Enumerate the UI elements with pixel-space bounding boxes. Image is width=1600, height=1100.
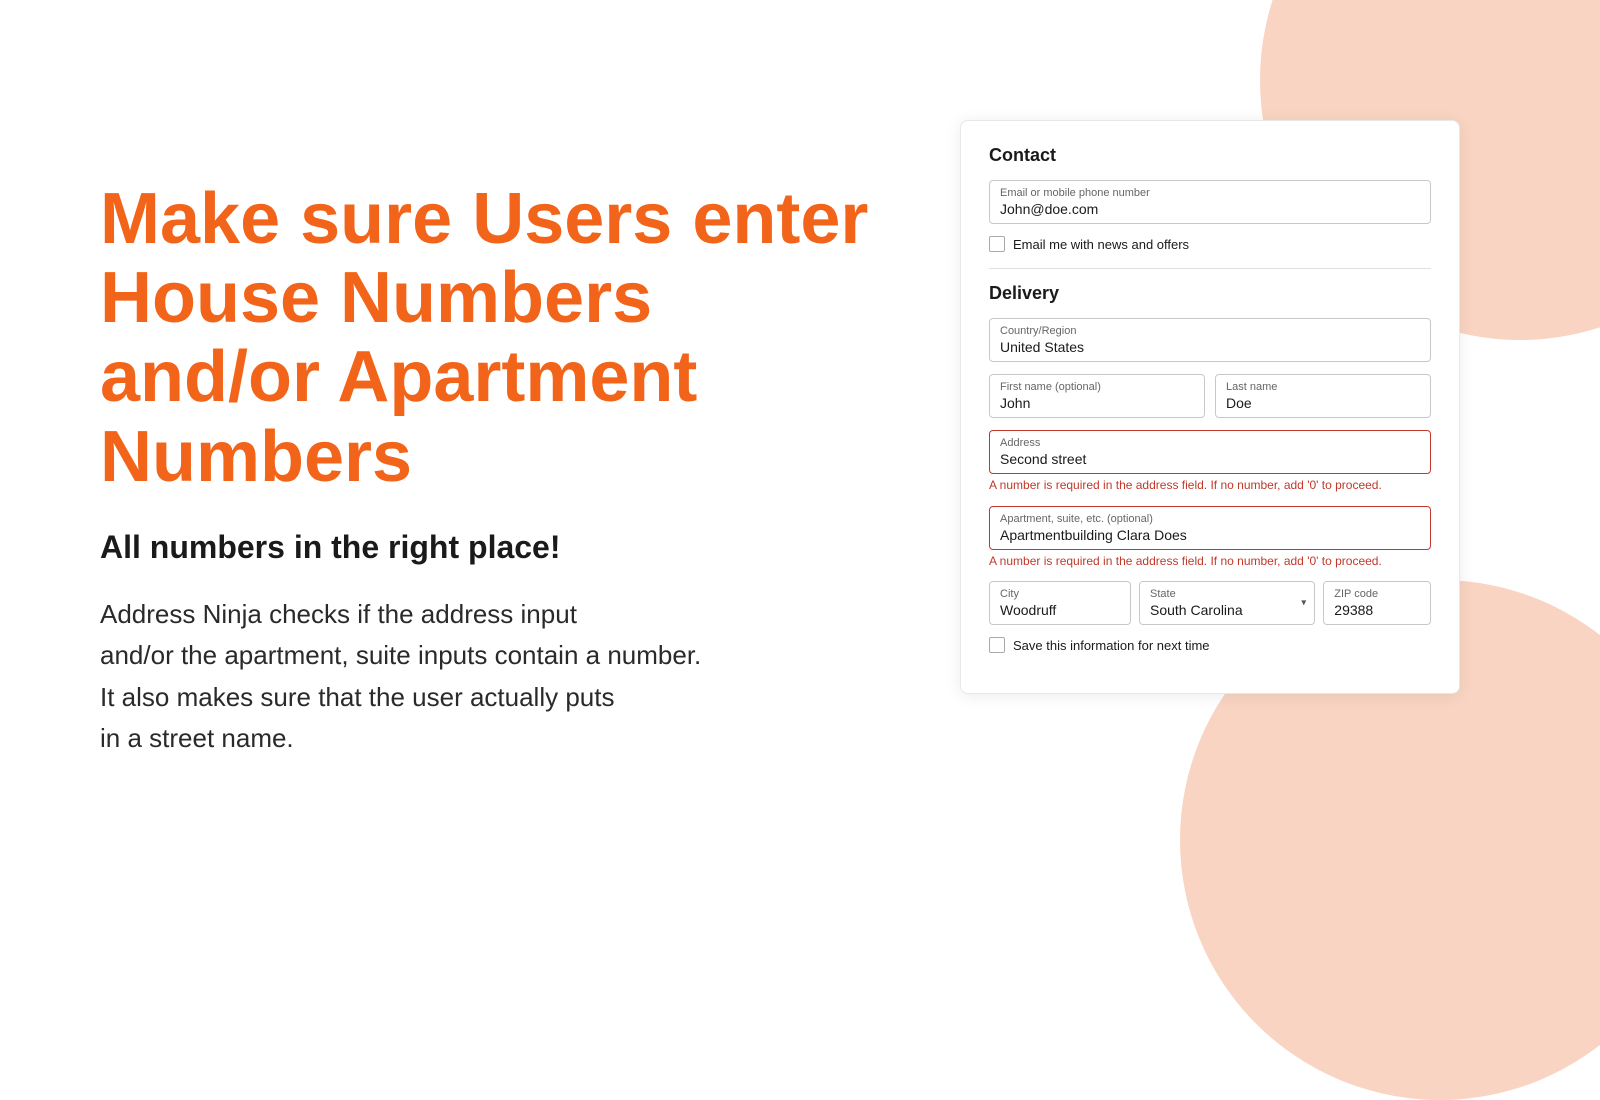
address-label: Address [1000, 437, 1420, 449]
apartment-field[interactable]: Apartment, suite, etc. (optional) Apartm… [989, 506, 1431, 550]
city-label: City [1000, 588, 1120, 600]
description: Address Ninja checks if the address inpu… [100, 594, 800, 760]
address-field[interactable]: Address Second street [989, 430, 1431, 474]
email-value: John@doe.com [1000, 201, 1420, 217]
address-error-message: A number is required in the address fiel… [989, 478, 1431, 494]
section-divider [989, 268, 1431, 269]
form-card: Contact Email or mobile phone number Joh… [960, 120, 1460, 694]
right-panel: Contact Email or mobile phone number Joh… [960, 0, 1600, 900]
country-value: United States [1000, 339, 1420, 355]
zip-label: ZIP code [1334, 588, 1420, 600]
first-name-field[interactable]: First name (optional) John [989, 374, 1205, 418]
name-fields-group: First name (optional) John Last name Doe [989, 374, 1431, 418]
city-state-zip-group: City Woodruff State South Carolina ▾ ZIP… [989, 581, 1431, 625]
email-field-group: Email or mobile phone number John@doe.co… [989, 180, 1431, 224]
country-field-group: Country/Region United States [989, 318, 1431, 362]
email-checkbox[interactable] [989, 236, 1005, 252]
last-name-label: Last name [1226, 381, 1420, 393]
apartment-value: Apartmentbuilding Clara Does [1000, 527, 1420, 543]
city-value: Woodruff [1000, 602, 1120, 618]
hero-title: Make sure Users enter House Numbers and/… [100, 180, 880, 497]
email-checkbox-label: Email me with news and offers [1013, 237, 1189, 252]
address-field-group: Address Second street A number is requir… [989, 430, 1431, 494]
address-value: Second street [1000, 451, 1420, 467]
state-value: South Carolina [1150, 602, 1304, 618]
save-checkbox-row[interactable]: Save this information for next time [989, 637, 1431, 653]
last-name-value: Doe [1226, 395, 1420, 411]
contact-section-title: Contact [989, 145, 1431, 166]
left-panel: Make sure Users enter House Numbers and/… [0, 0, 960, 900]
first-name-value: John [1000, 395, 1194, 411]
state-label: State [1150, 588, 1304, 600]
last-name-field[interactable]: Last name Doe [1215, 374, 1431, 418]
zip-field[interactable]: ZIP code 29388 [1323, 581, 1431, 625]
save-checkbox[interactable] [989, 637, 1005, 653]
apartment-field-group: Apartment, suite, etc. (optional) Apartm… [989, 506, 1431, 570]
subtitle: All numbers in the right place! [100, 529, 880, 566]
country-field[interactable]: Country/Region United States [989, 318, 1431, 362]
email-field[interactable]: Email or mobile phone number John@doe.co… [989, 180, 1431, 224]
zip-value: 29388 [1334, 602, 1420, 618]
state-chevron-icon: ▾ [1301, 598, 1306, 609]
email-label: Email or mobile phone number [1000, 187, 1420, 199]
apartment-label: Apartment, suite, etc. (optional) [1000, 513, 1420, 525]
email-checkbox-row[interactable]: Email me with news and offers [989, 236, 1431, 252]
city-field[interactable]: City Woodruff [989, 581, 1131, 625]
apartment-error-message: A number is required in the address fiel… [989, 554, 1431, 570]
country-label: Country/Region [1000, 325, 1420, 337]
save-checkbox-label: Save this information for next time [1013, 638, 1210, 653]
state-field[interactable]: State South Carolina ▾ [1139, 581, 1315, 625]
first-name-label: First name (optional) [1000, 381, 1194, 393]
delivery-section-title: Delivery [989, 283, 1431, 304]
